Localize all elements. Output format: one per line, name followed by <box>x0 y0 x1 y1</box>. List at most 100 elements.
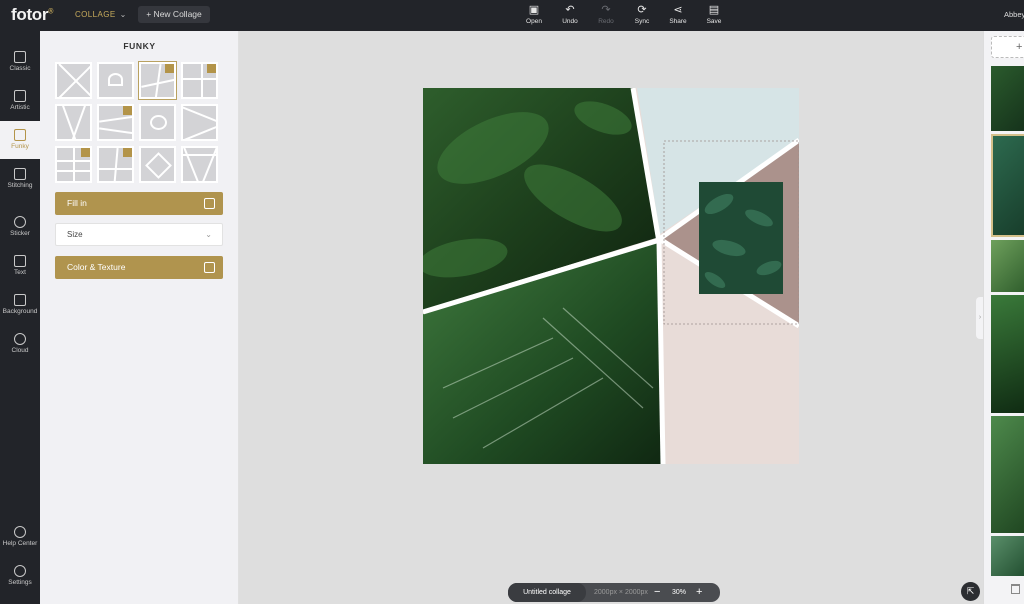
expand-icon[interactable]: ⇱ <box>961 582 980 601</box>
chevron-down-icon: ⌄ <box>205 230 212 239</box>
fill-in-button[interactable]: Fill in <box>55 192 223 215</box>
add-photo-button[interactable]: + <box>991 36 1024 58</box>
template-thumb[interactable] <box>97 146 134 183</box>
template-thumb[interactable] <box>138 61 177 100</box>
zoom-out-button[interactable]: − <box>654 583 660 601</box>
redo-button[interactable]: ↷ Redo <box>588 3 624 25</box>
photo-thumbnail[interactable] <box>991 536 1024 576</box>
premium-badge-icon <box>81 148 90 157</box>
template-thumb[interactable] <box>139 146 176 183</box>
fill-in-label: Fill in <box>67 198 87 208</box>
sidebar-item-sticker[interactable]: Sticker <box>0 208 40 246</box>
new-collage-button[interactable]: + New Collage <box>138 6 210 23</box>
photo-library-panel: + <box>983 31 1024 604</box>
document-name[interactable]: Untitled collage <box>508 583 586 602</box>
sidebar-item-funky[interactable]: Funky <box>0 121 40 159</box>
open-button[interactable]: ▣ Open <box>516 3 552 25</box>
texture-icon <box>204 262 215 273</box>
template-thumb[interactable] <box>97 104 134 141</box>
chevron-down-icon: ⌄ <box>119 10 127 19</box>
photo-thumbnail[interactable] <box>991 134 1024 237</box>
sidebar-item-label: Background <box>2 308 38 315</box>
panel-title: FUNKY <box>123 41 156 51</box>
help-icon <box>14 526 26 538</box>
mode-label: COLLAGE <box>75 10 116 19</box>
color-texture-label: Color & Texture <box>67 262 126 272</box>
sidebar-item-text[interactable]: Text <box>0 247 40 285</box>
premium-badge-icon <box>123 106 132 115</box>
premium-badge-icon <box>165 64 174 73</box>
trash-icon[interactable] <box>1011 584 1020 594</box>
sync-icon: ⟳ <box>637 4 647 16</box>
zoom-in-button[interactable]: + <box>696 583 702 601</box>
sidebar-item-label: Text <box>14 269 26 276</box>
sync-button[interactable]: ⟳ Sync <box>624 3 660 25</box>
sidebar-item-label: Help Center <box>2 540 38 547</box>
document-size: 2000px × 2000px <box>594 589 648 596</box>
sidebar-item-settings[interactable]: Settings <box>0 557 40 595</box>
photo-thumbnail[interactable] <box>991 66 1024 131</box>
photo-thumbnail[interactable] <box>991 240 1024 292</box>
save-label: Save <box>706 18 722 25</box>
size-label: Size <box>67 230 83 239</box>
sidebar-item-label: Cloud <box>11 347 29 354</box>
sidebar-item-help-center[interactable]: Help Center <box>0 518 40 556</box>
settings-icon <box>14 565 26 577</box>
background-icon <box>14 294 26 306</box>
template-thumb[interactable] <box>55 146 92 183</box>
sidebar-item-label: Artistic <box>10 104 30 111</box>
sidebar-item-stitching[interactable]: Stitching <box>0 160 40 198</box>
cloud-icon <box>14 333 26 345</box>
open-label: Open <box>526 18 542 25</box>
toolbar: ▣ Open ↶ Undo ↷ Redo ⟳ Sync ⋖ Share ▤ Save <box>516 3 732 25</box>
artistic-icon <box>14 90 26 102</box>
redo-icon: ↷ <box>601 4 611 16</box>
fotor-logo[interactable]: fotor® <box>11 5 53 25</box>
top-bar: fotor® COLLAGE ⌄ + New Collage ▣ Open ↶ Und… <box>0 0 1024 31</box>
mode-selector[interactable]: COLLAGE ⌄ <box>75 10 127 19</box>
user-name[interactable]: Abbey <box>1004 10 1024 19</box>
canvas-status-bar: Untitled collage 2000px × 2000px − 30% + <box>508 583 720 602</box>
funky-icon <box>14 129 26 141</box>
template-panel: FUNKY Fill in Size ⌄ Color & Texture <box>40 31 239 604</box>
template-thumb[interactable] <box>55 62 92 99</box>
sticker-icon <box>14 216 26 228</box>
redo-label: Redo <box>598 18 614 25</box>
zoom-level[interactable]: 30% <box>672 583 686 602</box>
undo-button[interactable]: ↶ Undo <box>552 3 588 25</box>
collage-canvas[interactable] <box>423 88 799 464</box>
open-icon: ▣ <box>528 4 540 16</box>
logo-mark: ® <box>48 8 54 16</box>
sidebar-item-label: Sticker <box>10 230 30 237</box>
image-icon <box>204 198 215 209</box>
template-thumb[interactable] <box>181 62 218 99</box>
template-thumb[interactable] <box>181 146 218 183</box>
template-thumb[interactable] <box>139 104 176 141</box>
size-dropdown[interactable]: Size ⌄ <box>55 223 223 246</box>
save-icon: ▤ <box>708 4 720 16</box>
save-button[interactable]: ▤ Save <box>696 3 732 25</box>
share-icon: ⋖ <box>673 4 683 16</box>
template-grid <box>55 61 219 183</box>
premium-badge-icon <box>207 64 216 73</box>
undo-icon: ↶ <box>565 4 575 16</box>
photo-thumbnail[interactable] <box>991 416 1024 533</box>
sidebar-item-background[interactable]: Background <box>0 286 40 324</box>
template-thumb[interactable] <box>181 104 218 141</box>
sidebar-item-label: Funky <box>11 143 29 150</box>
sync-label: Sync <box>634 18 650 25</box>
classic-icon <box>14 51 26 63</box>
logo-text: fotor <box>11 5 49 24</box>
photo-thumbnail[interactable] <box>991 295 1024 413</box>
template-thumb[interactable] <box>97 62 134 99</box>
color-texture-button[interactable]: Color & Texture <box>55 256 223 279</box>
share-label: Share <box>669 18 687 25</box>
left-sidebar: Classic Artistic Funky Stitching Sticker… <box>0 31 40 604</box>
share-button[interactable]: ⋖ Share <box>660 3 696 25</box>
sidebar-item-label: Stitching <box>7 182 33 189</box>
text-icon <box>14 255 26 267</box>
sidebar-item-artistic[interactable]: Artistic <box>0 82 40 120</box>
sidebar-item-cloud[interactable]: Cloud <box>0 325 40 363</box>
template-thumb[interactable] <box>55 104 92 141</box>
sidebar-item-classic[interactable]: Classic <box>0 43 40 81</box>
